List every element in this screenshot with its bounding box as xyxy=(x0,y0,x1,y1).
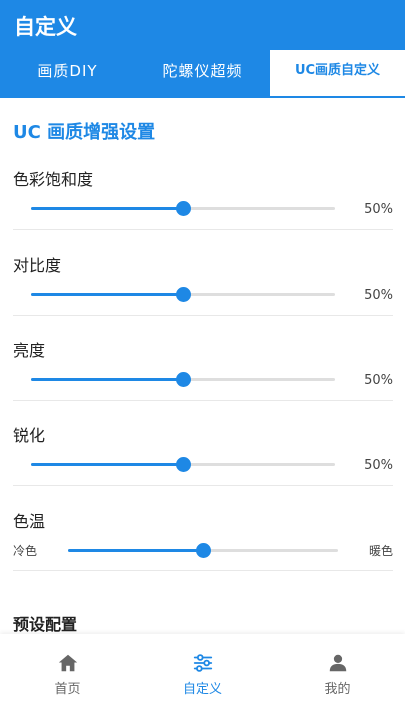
setting-label: 锐化 xyxy=(13,426,46,445)
slider-thumb[interactable] xyxy=(176,201,191,216)
sharpen-setting: 锐化 50% xyxy=(13,416,393,486)
nav-profile-label: 我的 xyxy=(324,682,351,697)
setting-label: 色彩饱和度 xyxy=(13,170,94,189)
color-temperature-slider[interactable] xyxy=(68,543,338,558)
slider-fill xyxy=(31,293,183,296)
color-temperature-setting: 色温 冷色 暖色 xyxy=(13,502,393,571)
sharpen-value: 50% xyxy=(364,458,393,473)
sliders-icon xyxy=(193,654,212,672)
contrast-value: 50% xyxy=(364,288,393,303)
slider-fill xyxy=(68,549,203,552)
page-title: 自定义 xyxy=(14,15,77,39)
slider-thumb[interactable] xyxy=(176,372,191,387)
slider-fill xyxy=(31,207,183,210)
bottom-nav: 首页 自定义 我的 xyxy=(0,634,405,720)
setting-label: 对比度 xyxy=(13,256,62,275)
cool-label: 冷色 xyxy=(13,544,38,558)
setting-label: 亮度 xyxy=(13,341,46,360)
tab-indicator-line xyxy=(0,96,405,98)
home-icon xyxy=(58,654,77,672)
sharpen-slider[interactable] xyxy=(31,457,335,472)
nav-home-label: 首页 xyxy=(54,682,81,697)
saturation-value: 50% xyxy=(364,202,393,217)
nav-profile[interactable]: 我的 xyxy=(270,652,405,697)
warm-label: 暖色 xyxy=(368,544,393,558)
contrast-slider[interactable] xyxy=(31,287,335,302)
brightness-value: 50% xyxy=(364,373,393,388)
preset-section-title: 预设配置 xyxy=(13,615,78,634)
saturation-setting: 色彩饱和度 50% xyxy=(13,160,393,230)
tab-bar: 画质DIY 陀螺仪超频 UC画质自定义 xyxy=(0,50,405,98)
nav-custom-label: 自定义 xyxy=(182,682,222,697)
brightness-setting: 亮度 50% xyxy=(13,331,393,401)
section-title: UC 画质增强设置 xyxy=(13,122,156,143)
slider-thumb[interactable] xyxy=(196,543,211,558)
person-icon xyxy=(329,654,346,672)
saturation-slider[interactable] xyxy=(31,201,335,216)
slider-fill xyxy=(31,463,183,466)
nav-home[interactable]: 首页 xyxy=(0,652,135,697)
slider-thumb[interactable] xyxy=(176,287,191,302)
tab-uc-quality-custom[interactable]: UC画质自定义 xyxy=(270,50,405,98)
slider-thumb[interactable] xyxy=(176,457,191,472)
contrast-setting: 对比度 50% xyxy=(13,246,393,316)
nav-custom[interactable]: 自定义 xyxy=(135,652,270,697)
app-bar: 自定义 画质DIY 陀螺仪超频 UC画质自定义 xyxy=(0,0,405,98)
tab-gyroscope-overclock[interactable]: 陀螺仪超频 xyxy=(135,50,270,98)
setting-label: 色温 xyxy=(13,512,46,531)
brightness-slider[interactable] xyxy=(31,372,335,387)
tab-quality-diy[interactable]: 画质DIY xyxy=(0,50,135,98)
slider-fill xyxy=(31,378,183,381)
